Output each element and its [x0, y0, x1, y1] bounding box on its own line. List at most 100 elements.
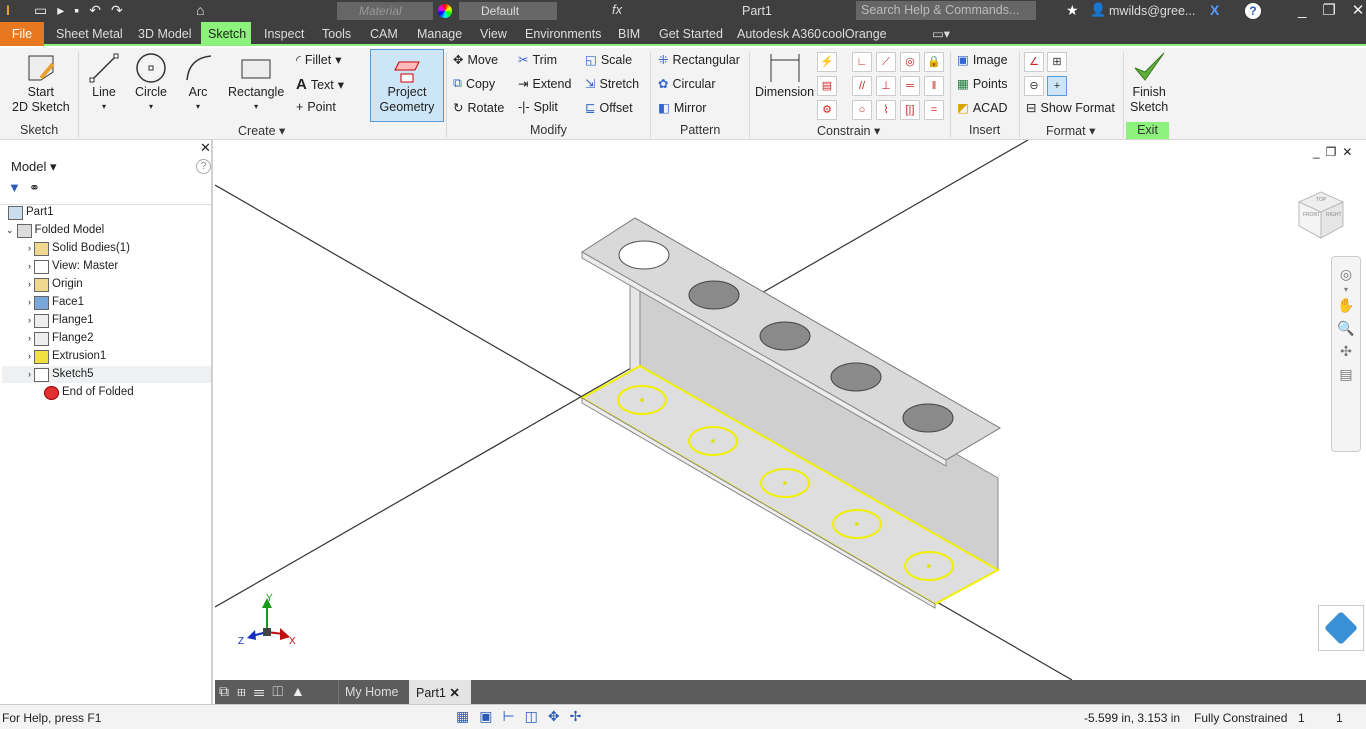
- rectangular-pattern-button[interactable]: ⁜ Rectangular: [658, 52, 740, 68]
- insert-points-button[interactable]: ▦ Points: [957, 76, 1008, 92]
- collinear-constraint-icon[interactable]: ⟋: [876, 52, 896, 72]
- quick-access-icons[interactable]: ▭▸▪↶↷: [34, 2, 133, 19]
- insert-acad-button[interactable]: ◩ ACAD: [957, 100, 1008, 116]
- center-point-icon[interactable]: +: [1047, 76, 1067, 96]
- group-create[interactable]: Create ▾: [238, 123, 285, 138]
- tree-node-folded-model[interactable]: ⌄ Folded Model: [6, 222, 104, 239]
- tab-coolorange[interactable]: coolOrange: [816, 22, 893, 46]
- coincident-constraint-icon[interactable]: ∟: [852, 52, 872, 72]
- equal-constraint-icon[interactable]: =: [924, 100, 944, 120]
- show-format-button[interactable]: ⊟ Show Format: [1026, 100, 1115, 116]
- tab-view[interactable]: View: [474, 22, 513, 46]
- tab-inspect[interactable]: Inspect: [258, 22, 310, 46]
- tab-manage[interactable]: Manage: [411, 22, 468, 46]
- share-button[interactable]: [1318, 605, 1364, 651]
- tab-sketch[interactable]: Sketch: [201, 22, 251, 46]
- finish-sketch-button[interactable]: Finish Sketch: [1130, 50, 1168, 114]
- start-2d-sketch-button[interactable]: Start 2D Sketch: [12, 52, 70, 114]
- orbit-icon[interactable]: ✣: [1332, 340, 1360, 363]
- perpendicular-constraint-icon[interactable]: ⊥: [876, 76, 896, 96]
- rotate-button[interactable]: ↻ Rotate: [453, 100, 504, 116]
- tree-node-solid-bodies[interactable]: › Solid Bodies(1): [28, 240, 130, 257]
- driven-dimension-icon[interactable]: ⊞: [1047, 52, 1067, 72]
- tab-bim[interactable]: BIM: [612, 22, 646, 46]
- tab-3d-model[interactable]: 3D Model: [132, 22, 198, 46]
- parallel-constraint-icon[interactable]: //: [852, 76, 872, 96]
- find-binoculars-icon[interactable]: ⚭: [29, 180, 40, 196]
- tab-file[interactable]: File: [0, 22, 44, 46]
- rectangle-button[interactable]: Rectangle ▾: [228, 52, 284, 114]
- material-dropdown[interactable]: Material: [337, 2, 433, 20]
- tangent-constraint-icon[interactable]: ○: [852, 100, 872, 120]
- tree-node-flange1[interactable]: › Flange1: [28, 312, 94, 329]
- centerline-icon[interactable]: ⊖: [1024, 76, 1044, 96]
- concentric-constraint-icon[interactable]: ◎: [900, 52, 920, 72]
- auto-dimension-icon[interactable]: ⚡: [817, 52, 837, 72]
- construction-icon[interactable]: ∠: [1024, 52, 1044, 72]
- model-canvas[interactable]: [215, 140, 1366, 680]
- navigation-bar[interactable]: ◎ ▾ ✋ 🔍 ✣ ▤: [1331, 256, 1361, 452]
- fx-icon[interactable]: fx: [612, 2, 622, 17]
- browser-title-dropdown[interactable]: Model ▾: [11, 159, 57, 175]
- tree-node-sketch5[interactable]: › Sketch5: [2, 366, 211, 383]
- browser-help-icon[interactable]: ?: [196, 159, 211, 174]
- star-icon[interactable]: ★: [1066, 2, 1079, 19]
- panel-toggle-icon[interactable]: ▭▾: [926, 22, 956, 46]
- arc-button[interactable]: Arc ▾: [183, 52, 213, 114]
- user-account[interactable]: mwilds@gree...: [1109, 4, 1195, 18]
- fillet-button[interactable]: ◜ Fillet ▾: [296, 52, 342, 68]
- viewport-window-controls[interactable]: _❐✕: [1313, 145, 1359, 159]
- color-wheel-icon[interactable]: [438, 4, 452, 18]
- tree-node-part1[interactable]: Part1: [8, 204, 54, 221]
- tab-environments[interactable]: Environments: [519, 22, 607, 46]
- tab-part1[interactable]: Part1 ✕: [409, 680, 471, 704]
- text-button[interactable]: A Text ▾: [296, 76, 344, 93]
- project-geometry-button[interactable]: Project Geometry: [370, 49, 444, 122]
- insert-image-button[interactable]: ▣ Image: [957, 52, 1008, 68]
- search-help-input[interactable]: Search Help & Commands...: [856, 1, 1036, 20]
- window-arrange-icons[interactable]: ⧉⊞☰◫▲: [219, 683, 313, 700]
- group-constrain[interactable]: Constrain ▾: [817, 123, 880, 138]
- stretch-button[interactable]: ⇲ Stretch: [585, 76, 639, 92]
- split-button[interactable]: -|- Split: [518, 100, 558, 114]
- constraint-settings-icon[interactable]: ⚙: [817, 100, 837, 120]
- help-button[interactable]: ?: [1245, 3, 1261, 19]
- close-tab-icon[interactable]: ✕: [449, 686, 459, 700]
- tab-tools[interactable]: Tools: [316, 22, 357, 46]
- trim-button[interactable]: ✂ Trim: [518, 52, 557, 68]
- viewcube[interactable]: FRONT RIGHT TOP: [1293, 186, 1349, 242]
- appearance-dropdown[interactable]: Default: [459, 2, 557, 20]
- show-constraints-icon[interactable]: ▤: [817, 76, 837, 96]
- graphics-viewport[interactable]: Y X Z _❐✕ FRONT RIGHT TOP ◎ ▾ ✋ 🔍 ✣ ▤: [215, 140, 1366, 680]
- tree-node-view-master[interactable]: › View: Master: [28, 258, 118, 275]
- tab-my-home[interactable]: My Home: [338, 680, 404, 704]
- close-browser-icon[interactable]: ✕: [200, 140, 211, 156]
- dimension-button[interactable]: Dimension: [755, 52, 814, 99]
- tree-node-face1[interactable]: › Face1: [28, 294, 84, 311]
- filter-icon[interactable]: ▼: [8, 180, 21, 195]
- tree-node-origin[interactable]: › Origin: [28, 276, 83, 293]
- tab-get-started[interactable]: Get Started: [653, 22, 729, 46]
- line-button[interactable]: Line ▾: [88, 52, 120, 114]
- scale-button[interactable]: ◱ Scale: [585, 52, 632, 68]
- tab-sheet-metal[interactable]: Sheet Metal: [50, 22, 129, 46]
- fix-constraint-icon[interactable]: 🔒: [924, 52, 944, 72]
- mirror-button[interactable]: ◧ Mirror: [658, 100, 706, 116]
- look-at-icon[interactable]: ▤: [1332, 363, 1360, 386]
- group-format[interactable]: Format ▾: [1046, 123, 1095, 138]
- window-controls[interactable]: _❐✕: [1298, 1, 1366, 19]
- circle-button[interactable]: Circle ▾: [135, 52, 167, 114]
- horizontal-constraint-icon[interactable]: ═: [900, 76, 920, 96]
- tree-node-extrusion1[interactable]: › Extrusion1: [28, 348, 106, 365]
- offset-button[interactable]: ⊑ Offset: [585, 100, 633, 116]
- circular-pattern-button[interactable]: ✿ Circular: [658, 76, 716, 92]
- pan-icon[interactable]: ✋: [1332, 294, 1360, 317]
- smooth-constraint-icon[interactable]: ⌇: [876, 100, 896, 120]
- tab-cam[interactable]: CAM: [364, 22, 404, 46]
- vertical-constraint-icon[interactable]: ‖: [924, 76, 944, 96]
- move-button[interactable]: ✥ Move: [453, 52, 498, 68]
- tab-autodesk-a360[interactable]: Autodesk A360: [731, 22, 827, 46]
- symmetric-constraint-icon[interactable]: [|]: [900, 100, 920, 120]
- home-icon[interactable]: ⌂: [196, 2, 212, 18]
- tree-node-end-of-folded[interactable]: End of Folded: [44, 384, 134, 401]
